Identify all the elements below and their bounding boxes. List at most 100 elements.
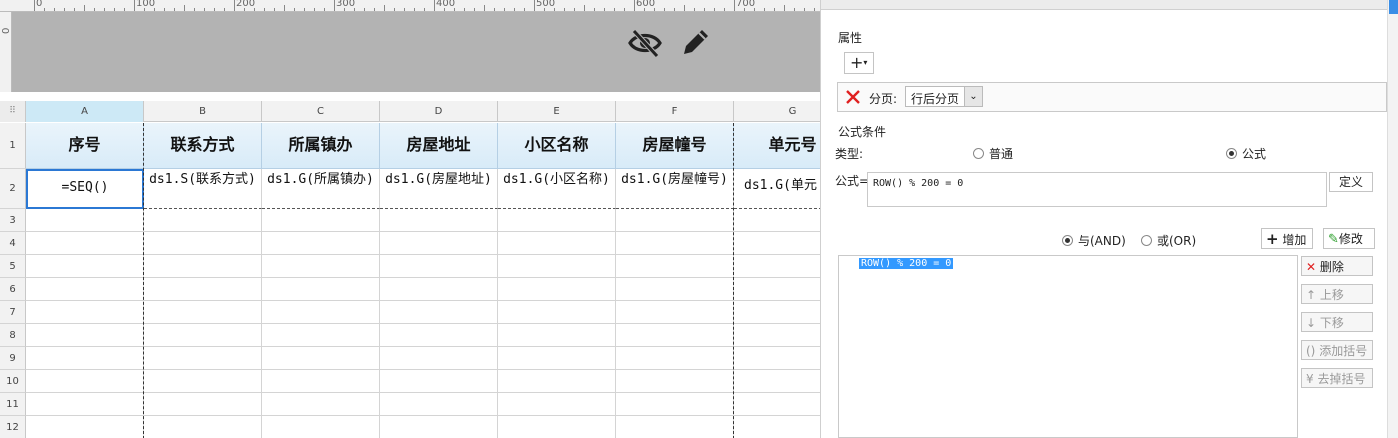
grid-cell[interactable] — [616, 416, 734, 438]
grid-cell[interactable] — [144, 301, 262, 324]
expression-cell[interactable]: ds1.S(联系方式) — [144, 169, 262, 209]
grid-cell[interactable] — [26, 347, 144, 370]
header-cell[interactable]: 所属镇办 — [262, 123, 380, 169]
grid-cell[interactable] — [616, 209, 734, 232]
grid-cell[interactable] — [498, 278, 616, 301]
header-cell[interactable]: 房屋地址 — [380, 123, 498, 169]
grid-cell[interactable] — [144, 370, 262, 393]
type-formula-radio[interactable]: 公式 — [1226, 145, 1266, 162]
grid-cell[interactable] — [144, 278, 262, 301]
row-header-9[interactable]: 9 — [0, 347, 26, 370]
add-paren-button[interactable]: () 添加括号 — [1301, 340, 1373, 360]
grid-cell[interactable] — [144, 416, 262, 438]
spreadsheet[interactable]: ⠿ ABCDEFG 1 2 3 4 5 6 7 8 9 10 11 12 序号 联系方式 所属镇办 房屋地址… — [0, 101, 820, 438]
page-break-select[interactable]: 行后分页 ⌄ — [905, 86, 983, 107]
delete-x-icon[interactable] — [845, 89, 861, 105]
grid-cell[interactable] — [144, 324, 262, 347]
grid-cell[interactable] — [498, 324, 616, 347]
grid-cell[interactable] — [262, 255, 380, 278]
row-header-12[interactable]: 12 — [0, 416, 26, 438]
row-header-10[interactable]: 10 — [0, 370, 26, 393]
grid-cell[interactable] — [144, 255, 262, 278]
grid-cell[interactable] — [498, 255, 616, 278]
pencil-icon[interactable] — [680, 26, 712, 58]
grid-cell[interactable] — [262, 301, 380, 324]
radio-and[interactable] — [1062, 235, 1073, 246]
grid-cell[interactable] — [262, 232, 380, 255]
row-header-5[interactable]: 5 — [0, 255, 26, 278]
row-header-4[interactable]: 4 — [0, 232, 26, 255]
define-button[interactable]: 定义 — [1329, 172, 1373, 192]
grid-cell[interactable] — [380, 278, 498, 301]
grid-cell[interactable] — [262, 278, 380, 301]
grid-cell[interactable] — [734, 232, 820, 255]
add-attr-button[interactable]: +▾ — [844, 52, 874, 74]
radio-normal[interactable] — [973, 148, 984, 159]
grid-cell[interactable] — [498, 347, 616, 370]
grid-cell[interactable] — [26, 278, 144, 301]
select-all-corner[interactable]: ⠿ — [0, 101, 26, 122]
grid-cell[interactable] — [734, 347, 820, 370]
move-up-button[interactable]: ↑ 上移 — [1301, 284, 1373, 304]
grid-cell[interactable] — [380, 393, 498, 416]
grid-cell[interactable] — [26, 370, 144, 393]
column-header-d[interactable]: D — [380, 101, 498, 122]
grid-cell[interactable] — [616, 370, 734, 393]
column-header-f[interactable]: F — [616, 101, 734, 122]
and-radio[interactable]: 与(AND) — [1062, 232, 1126, 249]
grid-cell[interactable] — [26, 209, 144, 232]
add-condition-button[interactable]: + 增加 — [1261, 228, 1313, 249]
grid-cell[interactable] — [26, 232, 144, 255]
row-header-7[interactable]: 7 — [0, 301, 26, 324]
grid-cell[interactable] — [734, 209, 820, 232]
grid-cell[interactable] — [498, 209, 616, 232]
grid-cell[interactable] — [380, 370, 498, 393]
condition-list[interactable]: ROW() % 200 = 0 — [838, 255, 1298, 438]
radio-formula[interactable] — [1226, 148, 1237, 159]
grid-cell[interactable] — [380, 324, 498, 347]
type-normal-radio[interactable]: 普通 — [973, 145, 1013, 162]
grid-cell[interactable] — [144, 209, 262, 232]
column-header-e[interactable]: E — [498, 101, 616, 122]
grid-cell[interactable] — [734, 324, 820, 347]
grid-cell[interactable] — [380, 232, 498, 255]
header-cell[interactable]: 单元号 — [734, 123, 820, 169]
grid-cell[interactable] — [262, 416, 380, 438]
grid-cell[interactable] — [616, 347, 734, 370]
grid-cell[interactable] — [498, 393, 616, 416]
grid-cell[interactable] — [380, 416, 498, 438]
expression-cell[interactable]: ds1.G(单元 — [734, 169, 820, 209]
grid-cell[interactable] — [616, 255, 734, 278]
header-cell[interactable]: 房屋幢号 — [616, 123, 734, 169]
header-cell[interactable]: 小区名称 — [498, 123, 616, 169]
row-header-1[interactable]: 1 — [0, 123, 26, 169]
row-header-3[interactable]: 3 — [0, 209, 26, 232]
grid-cell[interactable] — [616, 232, 734, 255]
condition-list-item[interactable]: ROW() % 200 = 0 — [859, 258, 954, 269]
column-header-g[interactable]: G — [734, 101, 820, 122]
expression-cell[interactable]: ds1.G(所属镇办) — [262, 169, 380, 209]
column-header-c[interactable]: C — [262, 101, 380, 122]
expression-cell[interactable]: ds1.G(小区名称) — [498, 169, 616, 209]
delete-condition-button[interactable]: ✕ 删除 — [1301, 256, 1373, 276]
grid-cell[interactable] — [144, 232, 262, 255]
remove-paren-button[interactable]: ¥ 去掉括号 — [1301, 368, 1373, 388]
radio-or[interactable] — [1141, 235, 1152, 246]
grid-cell[interactable] — [498, 370, 616, 393]
grid-cell[interactable] — [26, 324, 144, 347]
row-header-2[interactable]: 2 — [0, 169, 26, 209]
panel-scrollbar[interactable] — [1387, 0, 1398, 438]
grid-cell[interactable] — [616, 324, 734, 347]
grid-cell[interactable] — [262, 209, 380, 232]
expression-cell[interactable]: =SEQ() — [26, 169, 144, 209]
grid-cell[interactable] — [26, 393, 144, 416]
eye-slash-icon[interactable] — [627, 26, 663, 60]
grid-cell[interactable] — [734, 301, 820, 324]
grid-cell[interactable] — [734, 255, 820, 278]
grid-cell[interactable] — [498, 301, 616, 324]
grid-cell[interactable] — [734, 393, 820, 416]
grid-cell[interactable] — [144, 347, 262, 370]
expression-cell[interactable]: ds1.G(房屋幢号) — [616, 169, 734, 209]
grid-cell[interactable] — [498, 416, 616, 438]
header-cell[interactable]: 序号 — [26, 123, 144, 169]
